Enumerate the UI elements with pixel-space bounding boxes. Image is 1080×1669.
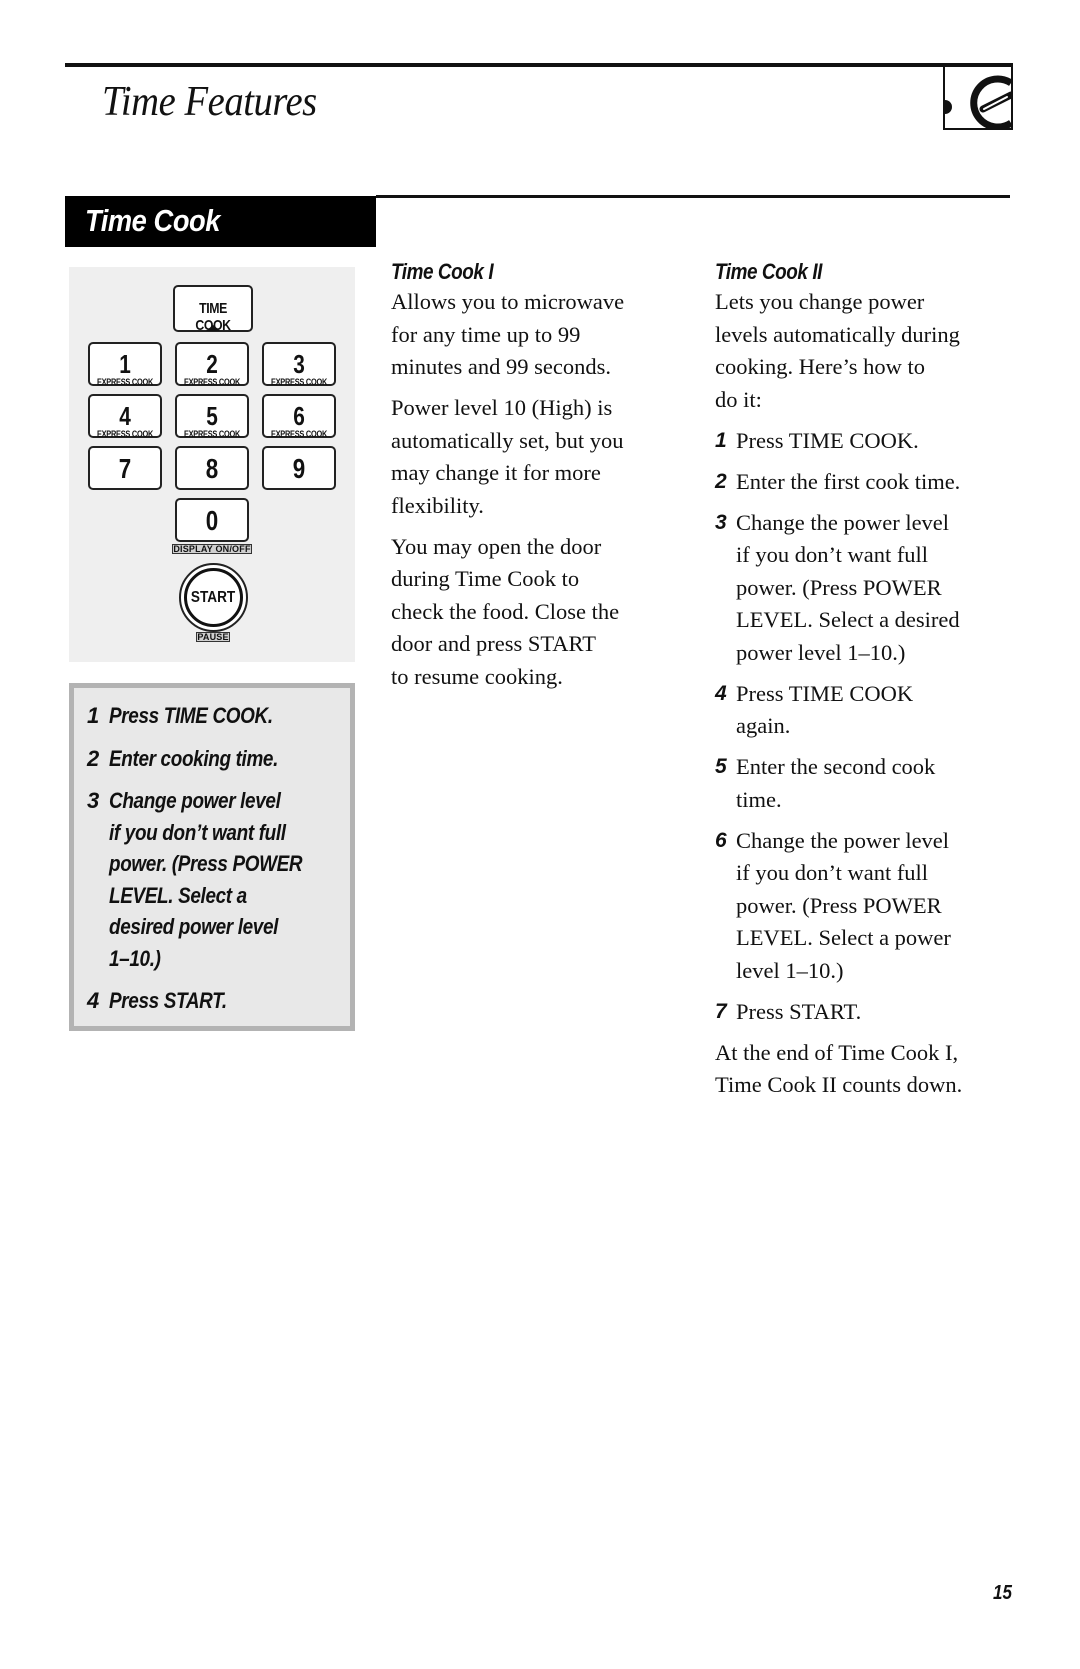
key-sublabel: EXPRESS COOK [183,429,241,439]
key-sublabel: EXPRESS COOK [270,429,328,439]
key-number: 3 [293,349,305,379]
step: 6 Change the power level if you don’t wa… [715,825,1015,988]
quick-step: 3 Change power level if you don’t want f… [87,785,357,974]
step-text: Change the power level if you don’t want… [736,827,951,983]
timer-dial-icon [945,75,1011,128]
key-number: 8 [205,453,219,484]
step-text: Press TIME COOK. [736,427,919,453]
intro-paragraph: Lets you change power levels automatical… [715,289,960,412]
time-cook-1-heading: Time Cook I [391,259,494,284]
step: 3 Change the power level if you don’t wa… [715,507,1015,670]
step-number: 6 [715,828,727,852]
key-sublabel: EXPRESS COOK [183,377,241,387]
key-number: 4 [119,401,131,431]
step: 2 Enter the first cook time. [715,466,1015,499]
outro-paragraph: At the end of Time Cook I, Time Cook II … [715,1039,963,1098]
quick-step: 1 Press TIME COOK. [87,700,357,732]
step-text: Change power level if you don’t want ful… [109,788,303,971]
key-number: 1 [119,349,131,379]
indicator-arrow-icon [206,325,220,331]
step: 7 Press START. [715,996,1015,1029]
step-number: 4 [87,988,99,1013]
key-2[interactable]: 2 EXPRESS COOK [175,342,249,387]
quick-steps-box: 1 Press TIME COOK. 2 Enter cooking time.… [69,683,355,1031]
paragraph: You may open the door during Time Cook t… [391,533,620,689]
section-rule [376,195,1010,198]
time-cook-2-column: Time Cook II Lets you change power level… [715,258,1015,1110]
step-number: 1 [87,703,99,728]
step-number: 3 [715,510,727,534]
step-text: Enter cooking time. [109,745,279,771]
step-text: Enter the second cook time. [736,754,936,812]
paragraph: Allows you to microwave for any time up … [391,289,625,379]
key-0[interactable]: 0 [175,498,249,542]
section-heading-bar: Time Cook [65,196,376,247]
key-9[interactable]: 9 [262,446,336,490]
key-number: 5 [206,401,218,431]
step: 1 Press TIME COOK. [715,425,1015,458]
key-sublabel: EXPRESS COOK [96,429,154,439]
step: 4 Press TIME COOK again. [715,678,1015,743]
key-7[interactable]: 7 [88,446,162,490]
time-cook-2-heading: Time Cook II [715,259,822,284]
paragraph: Power level 10 (High) is automatically s… [391,395,624,518]
display-on-off-label: DISPLAY ON/OFF [172,544,252,554]
time-cook-1-column: Time Cook I Allows you to microwave for … [391,258,691,702]
step-number: 1 [715,428,727,452]
step-text: Change the power level if you don’t want… [736,509,960,665]
step-text: Press START. [109,988,227,1013]
step-text: Press TIME COOK. [109,703,273,728]
start-key-label: START [191,588,236,606]
key-number: 6 [293,401,305,431]
section-title: Time Cook [85,203,220,238]
step: 5 Enter the second cook time. [715,751,1015,816]
key-number: 9 [292,453,306,484]
step-text: Press START. [736,998,862,1024]
pause-label: PAUSE [196,632,230,642]
key-8[interactable]: 8 [175,446,249,490]
step-text: Press TIME COOK again. [736,680,914,739]
key-6[interactable]: 6 EXPRESS COOK [262,394,336,439]
step-text: Enter the first cook time. [736,468,961,494]
key-number: 2 [206,349,218,379]
header-rule [65,63,949,67]
quick-steps-list: 1 Press TIME COOK. 2 Enter cooking time.… [87,700,357,1028]
step-number: 5 [715,755,727,778]
step-number: 3 [87,788,99,813]
quick-step: 2 Enter cooking time. [87,743,357,775]
step-number: 4 [715,681,727,705]
start-key[interactable]: START [179,563,248,632]
step-number: 2 [87,745,99,771]
microwave-timer-dial-icon [943,63,1013,130]
key-sublabel: EXPRESS COOK [96,377,154,387]
quick-step: 4 Press START. [87,985,357,1017]
time-cook-key[interactable]: TIME COOK [173,285,253,334]
key-1[interactable]: 1 EXPRESS COOK [88,342,162,387]
key-number: 0 [205,505,219,536]
key-3[interactable]: 3 EXPRESS COOK [262,342,336,387]
key-number: 7 [118,453,132,484]
key-5[interactable]: 5 EXPRESS COOK [175,394,249,439]
step-number: 2 [715,469,727,493]
page-title: Time Features [102,79,317,125]
page-number: 15 [993,1582,1012,1604]
key-4[interactable]: 4 EXPRESS COOK [88,394,162,439]
key-sublabel: EXPRESS COOK [270,377,328,387]
step-number: 7 [715,999,727,1023]
